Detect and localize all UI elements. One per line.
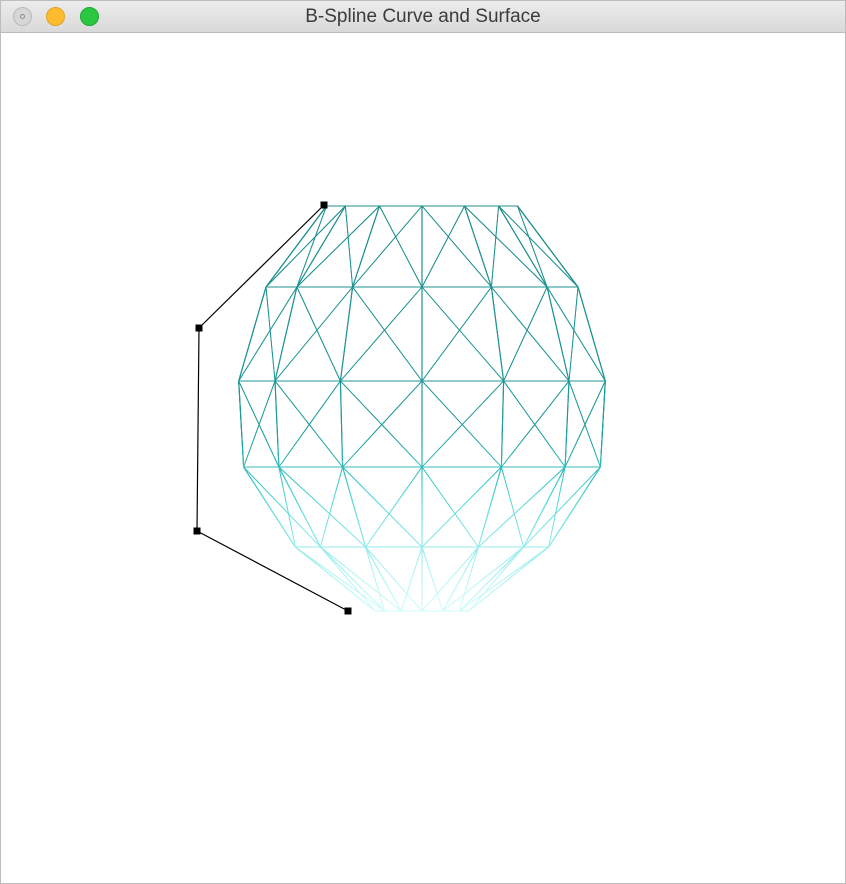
control-point-handle[interactable] bbox=[195, 324, 203, 332]
mesh-diagonal bbox=[498, 205, 579, 288]
mesh-diagonal bbox=[490, 205, 500, 288]
mesh-diagonal bbox=[352, 286, 423, 382]
mesh-diagonal bbox=[517, 205, 548, 288]
control-polygon-segment bbox=[196, 327, 200, 532]
mesh-meridian bbox=[490, 286, 505, 382]
mesh-diagonal bbox=[421, 286, 492, 382]
mesh-diagonal bbox=[265, 205, 327, 288]
mesh-diagonal bbox=[517, 205, 579, 288]
mesh-diagonal bbox=[379, 205, 423, 288]
mesh-diagonal bbox=[503, 286, 548, 382]
bspline-surface-mesh bbox=[221, 205, 631, 623]
mesh-meridian bbox=[463, 205, 492, 288]
mesh-diagonal bbox=[344, 205, 354, 288]
control-polygon-segment bbox=[198, 204, 325, 329]
gl-canvas[interactable] bbox=[1, 33, 845, 883]
app-window: B-Spline Curve and Surface bbox=[0, 0, 846, 884]
mesh-diagonal bbox=[265, 205, 346, 288]
control-point-handle[interactable] bbox=[320, 201, 328, 209]
mesh-meridian bbox=[546, 286, 570, 382]
mesh-diagonal bbox=[577, 286, 606, 382]
title-bar[interactable]: B-Spline Curve and Surface bbox=[1, 1, 845, 33]
control-point-handle[interactable] bbox=[344, 607, 352, 615]
mesh-diagonal bbox=[340, 286, 423, 382]
mesh-meridian bbox=[339, 286, 354, 382]
mesh-meridian bbox=[274, 286, 298, 382]
window-title: B-Spline Curve and Surface bbox=[305, 6, 541, 27]
mesh-diagonal bbox=[421, 205, 492, 288]
mesh-diagonal bbox=[296, 205, 327, 288]
surface-render[interactable] bbox=[1, 33, 845, 883]
mesh-diagonal bbox=[238, 286, 267, 382]
control-point-handle[interactable] bbox=[193, 527, 201, 535]
mesh-diagonal bbox=[352, 205, 423, 288]
mesh-diagonal bbox=[274, 286, 353, 382]
mesh-diagonal bbox=[421, 205, 465, 288]
mesh-meridian bbox=[352, 205, 381, 288]
mesh-diagonal bbox=[421, 286, 504, 382]
mesh-diagonal bbox=[296, 286, 341, 382]
mesh-diagonal bbox=[491, 286, 570, 382]
mesh-fade-overlay bbox=[221, 453, 631, 623]
